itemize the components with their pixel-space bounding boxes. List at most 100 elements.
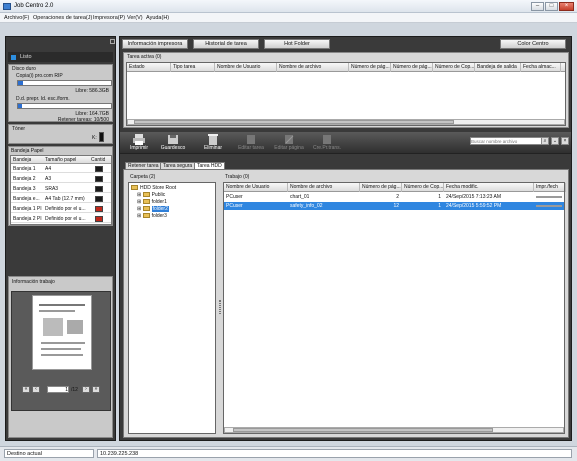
- tray-col-size: Tamaño papel: [45, 157, 77, 163]
- tree-item-folder3[interactable]: ⊞ folder3: [137, 213, 167, 219]
- tray-row: Bandeja 1 A4: [11, 165, 111, 173]
- active-job-col-header[interactable]: Fecha almac...: [521, 63, 561, 72]
- jobs-col-header[interactable]: Número de Cop...: [402, 183, 444, 192]
- rip-label: Copia(i) pro.com RIP: [16, 73, 63, 79]
- job-row[interactable]: PCuser safety_info_02 12 1 24/Sep/2015 5:59:…: [224, 202, 564, 210]
- job-copies: 1: [438, 194, 441, 200]
- window-title: Job Centro 2.0: [14, 3, 54, 9]
- search-icon[interactable]: ⌕: [541, 137, 549, 145]
- jobs-table-header: Nombre de Usuario Nombre de archivo Número…: [224, 183, 566, 192]
- active-job-hscroll[interactable]: [127, 119, 565, 125]
- minimize-button[interactable]: –: [531, 2, 544, 11]
- edit-page-label: Editar página: [274, 145, 304, 151]
- maximize-button[interactable]: □: [545, 2, 558, 11]
- next-page-button[interactable]: ›: [82, 386, 90, 393]
- menu-ver[interactable]: Ver(V): [127, 15, 143, 21]
- menu-ayuda[interactable]: Ayuda(H): [146, 15, 169, 21]
- print-button[interactable]: Imprimir: [124, 134, 154, 153]
- jobs-col-header[interactable]: Fecha modific.: [444, 183, 534, 192]
- job-file: safety_info_02: [290, 203, 323, 209]
- toner-panel: Tóner K:: [8, 124, 113, 144]
- active-job-col-header[interactable]: Bandeja de salida: [475, 63, 521, 72]
- edit-job-icon: [247, 135, 255, 144]
- jobs-col-header[interactable]: Número de pág...: [360, 183, 402, 192]
- first-page-button[interactable]: «: [22, 386, 30, 393]
- tray-name: Bandeja 3: [13, 186, 36, 192]
- disk-section-label: Disco duro: [12, 66, 36, 72]
- delete-button[interactable]: Eliminar: [198, 134, 228, 153]
- print-icon: [133, 134, 145, 145]
- tray-row: Bandeja 3 SRA3: [11, 185, 111, 193]
- folder-icon: [142, 199, 150, 205]
- tray-name: Bandeja 2: [13, 176, 36, 182]
- tray-panel: Bandeja Papel Bandeja Tamaño papel Canti…: [8, 146, 113, 226]
- folder-icon: [142, 192, 150, 198]
- hdd-job-area: Carpeta (2) HDD Store Root ⊞ Public ⊞ fo…: [123, 169, 569, 438]
- menu-impresora[interactable]: Impresora(P): [93, 15, 125, 21]
- toner-k-label: K:: [92, 135, 97, 141]
- job-info-panel: Información trabajo « ‹ /12 › »: [8, 276, 113, 438]
- edit-page-button[interactable]: Editar página: [274, 134, 304, 153]
- prev-page-button[interactable]: ‹: [32, 386, 40, 393]
- tray-name: Bandeja 1: [13, 166, 36, 172]
- menu-operaciones[interactable]: Operaciones de tarea(J): [33, 15, 92, 21]
- create-transparency-button[interactable]: Cre.Pr.trans.: [312, 134, 342, 153]
- tree-item-folder1[interactable]: ⊞ folder1: [137, 199, 167, 205]
- job-file: chart_01: [290, 194, 310, 200]
- tray-col-name: Bandeja: [13, 157, 32, 163]
- rip-usage-fill: [18, 81, 23, 85]
- retain-jobs-text: Retener tareas: 10/500: [57, 117, 109, 123]
- job-row[interactable]: PCuser chart_01 2 1 24/Sep/2015 7:13:23 AM: [224, 193, 564, 201]
- active-job-col-header[interactable]: Nombre de archivo: [277, 63, 349, 72]
- collapse-left-icon[interactable]: [110, 39, 115, 44]
- job-print-status-bar: [536, 205, 562, 207]
- tray-size: A3: [45, 176, 52, 182]
- job-label: D.d. prepr. Id. esc./form.: [16, 96, 70, 102]
- active-job-col-header[interactable]: Número de pág...: [349, 63, 391, 72]
- color-centro-button[interactable]: Color Centro: [500, 39, 566, 49]
- trash-icon: [208, 134, 218, 145]
- tree-item-folder2[interactable]: ⊞ folder2: [137, 206, 169, 212]
- menu-archivo[interactable]: Archivo(F): [4, 15, 29, 21]
- edit-job-button[interactable]: Editar tarea: [236, 134, 266, 153]
- jobs-hscroll[interactable]: [224, 427, 564, 433]
- folder-icon: [142, 206, 150, 212]
- active-job-col-header[interactable]: Número de pág...: [391, 63, 433, 72]
- tray-name: Bandeja e...: [13, 196, 40, 202]
- edit-page-icon: [285, 135, 294, 144]
- tree-item-public[interactable]: ⊞ Public: [137, 192, 165, 198]
- tree-root[interactable]: HDD Store Root: [131, 185, 176, 191]
- tray-row: Bandeja 2 A3: [11, 175, 111, 183]
- jobs-col-header[interactable]: Impr./fech: [534, 183, 566, 192]
- close-button[interactable]: ×: [559, 2, 574, 11]
- active-job-col-header[interactable]: Número de Cop...: [433, 63, 475, 72]
- active-job-panel: Tarea activa (0) Estado Tipo tarea Nombre …: [123, 52, 569, 128]
- active-job-col-header[interactable]: Tipo tarea: [171, 63, 215, 72]
- active-job-col-header[interactable]: Nombre de Usuario: [215, 63, 277, 72]
- active-job-hscroll-thumb[interactable]: [134, 120, 454, 124]
- create-transparency-label: Cre.Pr.trans.: [312, 145, 342, 151]
- dropdown-icon[interactable]: ⌄: [551, 137, 559, 145]
- printer-info-button[interactable]: Información impresora: [122, 39, 188, 49]
- job-print-status-bar: [536, 196, 562, 198]
- jobs-col-header[interactable]: Nombre de Usuario: [224, 183, 288, 192]
- tray-level-icon: [95, 176, 103, 182]
- job-user: PCuser: [226, 203, 243, 209]
- save-button[interactable]: Guardesco: [158, 134, 188, 153]
- transparency-icon: [323, 135, 331, 144]
- active-job-col-header[interactable]: Estado: [127, 63, 171, 72]
- tray-level-icon: [95, 216, 103, 222]
- job-history-button[interactable]: Historial de tarea: [193, 39, 259, 49]
- delete-label: Eliminar: [203, 145, 223, 151]
- last-page-button[interactable]: »: [92, 386, 100, 393]
- active-job-title: Tarea activa (0): [127, 54, 162, 60]
- current-destination-ip: 10.239.225.238: [97, 449, 572, 458]
- jobs-hscroll-thumb[interactable]: [233, 428, 493, 432]
- tray-size: A4 Tab (12.7 mm): [45, 196, 85, 202]
- clear-search-icon[interactable]: ×: [561, 137, 569, 145]
- splitter-handle[interactable]: [219, 300, 221, 314]
- search-input[interactable]: [470, 137, 542, 145]
- jobs-col-header[interactable]: Nombre de archivo: [288, 183, 360, 192]
- page-number-input[interactable]: [47, 386, 69, 393]
- hot-folder-button[interactable]: Hot Folder: [264, 39, 330, 49]
